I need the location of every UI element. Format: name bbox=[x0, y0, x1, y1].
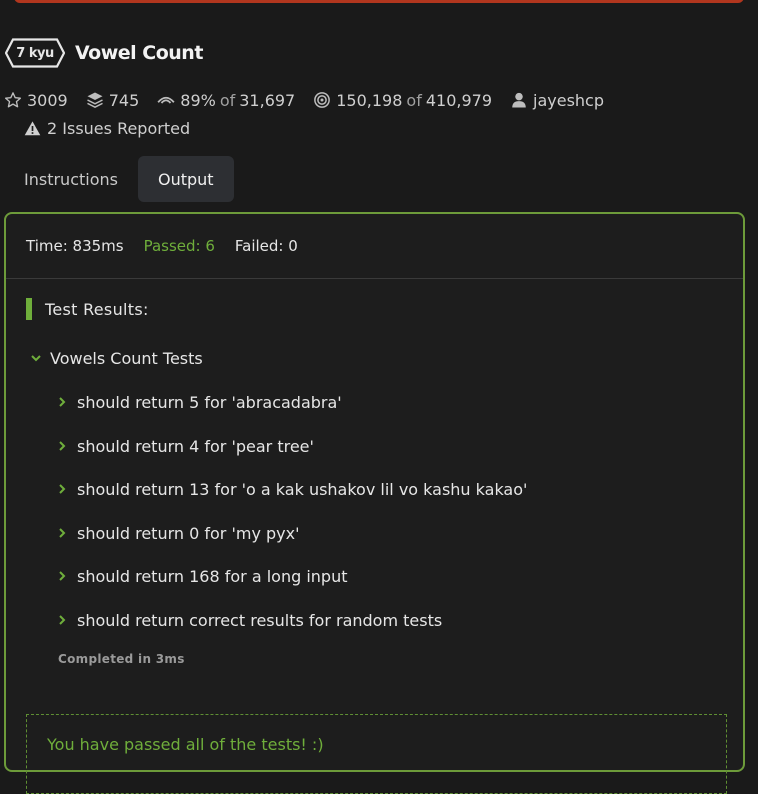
chevron-right-icon bbox=[59, 484, 66, 494]
eye-icon bbox=[157, 96, 175, 104]
test-label: should return 5 for 'abracadabra' bbox=[77, 392, 342, 412]
warning-icon bbox=[24, 120, 41, 135]
rank-badge: 7 kyu bbox=[5, 38, 65, 68]
tab-output[interactable]: Output bbox=[137, 156, 234, 202]
chevron-right-icon bbox=[59, 528, 66, 538]
describe-group-toggle[interactable]: Vowels Count Tests bbox=[30, 347, 203, 369]
user-icon bbox=[512, 92, 526, 108]
issues-label: 2 Issues Reported bbox=[47, 118, 191, 138]
completed-time: Completed in 3ms bbox=[58, 652, 185, 666]
star-icon bbox=[4, 92, 22, 108]
stars-stat[interactable]: 3009 bbox=[4, 91, 68, 110]
test-item[interactable]: should return 0 for 'my pyx' bbox=[56, 522, 299, 544]
chevron-right-icon bbox=[59, 397, 66, 407]
chevron-right-icon bbox=[59, 441, 66, 451]
collections-count: 745 bbox=[108, 90, 140, 110]
satisfaction-rate: 89% bbox=[180, 90, 216, 110]
results-title: Test Results: bbox=[45, 299, 149, 319]
failed-count: Failed: 0 bbox=[234, 237, 298, 255]
test-label: should return 13 for 'o a kak ushakov li… bbox=[77, 479, 528, 499]
satisfaction-of: of bbox=[219, 90, 236, 110]
test-item[interactable]: should return 4 for 'pear tree' bbox=[56, 435, 314, 457]
chevron-down-icon bbox=[31, 355, 41, 362]
kata-title: Vowel Count bbox=[75, 42, 203, 64]
collections-stat[interactable]: 745 bbox=[86, 90, 140, 110]
completed-of: of bbox=[406, 90, 422, 110]
test-label: should return 4 for 'pear tree' bbox=[77, 436, 314, 456]
tab-instructions[interactable]: Instructions bbox=[8, 156, 134, 202]
test-label: should return 0 for 'my pyx' bbox=[77, 523, 300, 543]
author-name[interactable]: jayeshcp bbox=[533, 91, 604, 110]
tab-bar: Instructions Output bbox=[8, 156, 234, 202]
run-time: Time: 835ms bbox=[26, 237, 124, 255]
completed-stat: 150,198 of 410,979 bbox=[313, 91, 492, 110]
kata-header: 7 kyu Vowel Count bbox=[5, 38, 203, 68]
passed-count: Passed: 6 bbox=[143, 237, 215, 255]
test-label: should return correct results for random… bbox=[77, 610, 443, 630]
output-panel: Time: 835ms Passed: 6 Failed: 0 Test Res… bbox=[4, 212, 745, 794]
success-message: You have passed all of the tests! :) bbox=[47, 735, 324, 754]
stack-icon bbox=[86, 92, 103, 108]
kata-stats: 3009 745 89% of 31,697 150,198 of 410,97… bbox=[4, 88, 622, 112]
satisfaction-votes: 31,697 bbox=[239, 90, 296, 110]
issues-link[interactable]: 2 Issues Reported bbox=[24, 116, 190, 140]
describe-title: Vowels Count Tests bbox=[50, 348, 203, 368]
success-box: You have passed all of the tests! :) bbox=[26, 714, 727, 794]
test-results-heading: Test Results: bbox=[26, 298, 149, 320]
attempted-count: 410,979 bbox=[425, 90, 492, 110]
test-item[interactable]: should return 13 for 'o a kak ushakov li… bbox=[56, 478, 527, 500]
stars-count: 3009 bbox=[27, 90, 68, 110]
rank-label: 7 kyu bbox=[16, 45, 54, 61]
top-accent-bar bbox=[14, 0, 744, 3]
completed-count: 150,198 bbox=[336, 90, 403, 110]
author-stat[interactable]: jayeshcp bbox=[510, 91, 604, 110]
test-item[interactable]: should return correct results for random… bbox=[56, 609, 442, 631]
target-icon bbox=[314, 92, 331, 108]
test-label: should return 168 for a long input bbox=[77, 566, 348, 586]
test-summary: Time: 835ms Passed: 6 Failed: 0 bbox=[6, 214, 743, 279]
results-accent-bar bbox=[26, 298, 32, 320]
satisfaction-stat: 89% of 31,697 bbox=[157, 91, 295, 110]
chevron-right-icon bbox=[59, 615, 66, 625]
test-item[interactable]: should return 5 for 'abracadabra' bbox=[56, 391, 342, 413]
chevron-right-icon bbox=[59, 571, 66, 581]
test-item[interactable]: should return 168 for a long input bbox=[56, 565, 347, 587]
